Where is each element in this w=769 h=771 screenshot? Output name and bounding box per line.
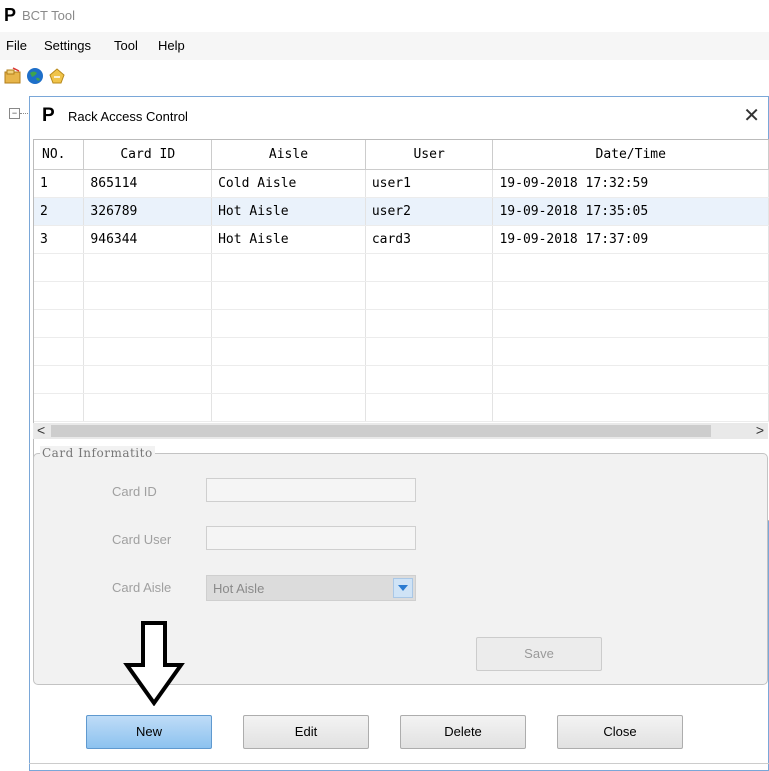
- menu-bar: File Settings Tool Help: [0, 32, 769, 60]
- table-row[interactable]: 2 326789 Hot Aisle user2 19-09-2018 17:3…: [34, 197, 769, 226]
- dialog-title: Rack Access Control: [68, 109, 188, 124]
- toolbar: [0, 60, 769, 90]
- cell-datetime: 19-09-2018 17:32:59: [492, 169, 769, 198]
- card-aisle-label: Card Aisle: [112, 580, 172, 595]
- down-arrow-icon: [123, 621, 185, 706]
- close-icon[interactable]: ✕: [743, 103, 760, 128]
- scrollbar-thumb[interactable]: [51, 425, 711, 437]
- open-folder-icon[interactable]: [4, 67, 22, 85]
- empty-row: [34, 281, 769, 310]
- cell-aisle: Hot Aisle: [211, 197, 366, 226]
- new-button[interactable]: New: [86, 715, 212, 749]
- chevron-down-icon[interactable]: [393, 578, 413, 598]
- delete-button[interactable]: Delete: [400, 715, 526, 749]
- card-user-label: Card User: [112, 532, 172, 547]
- table-row[interactable]: 1 865114 Cold Aisle user1 19-09-2018 17:…: [34, 169, 769, 198]
- export-icon[interactable]: [48, 67, 66, 85]
- menu-tool[interactable]: Tool: [114, 38, 138, 53]
- card-aisle-select[interactable]: Hot Aisle: [206, 575, 416, 601]
- table-header-row: NO. Card ID Aisle User Date/Time: [34, 140, 769, 170]
- app-titlebar: P BCT Tool: [0, 0, 769, 32]
- card-id-field[interactable]: [206, 478, 416, 502]
- group-legend: Card Informatito: [40, 446, 155, 460]
- menu-help[interactable]: Help: [158, 38, 185, 53]
- app-title: BCT Tool: [22, 8, 75, 23]
- column-header-no[interactable]: NO.: [34, 140, 85, 170]
- cell-aisle: Hot Aisle: [211, 225, 366, 254]
- dialog-titlebar: P Rack Access Control ✕: [30, 97, 768, 135]
- column-header-user[interactable]: User: [365, 140, 494, 170]
- scroll-left-icon[interactable]: <: [37, 422, 45, 438]
- cell-card-id: 865114: [83, 169, 213, 198]
- menu-settings[interactable]: Settings: [44, 38, 91, 53]
- close-button[interactable]: Close: [557, 715, 683, 749]
- cell-no: 1: [34, 169, 85, 198]
- column-header-card-id[interactable]: Card ID: [83, 140, 213, 170]
- cell-user: card3: [365, 225, 494, 254]
- scroll-right-icon[interactable]: >: [756, 422, 764, 438]
- cell-user: user2: [365, 197, 494, 226]
- empty-row: [34, 253, 769, 282]
- column-header-datetime[interactable]: Date/Time: [492, 140, 769, 170]
- empty-row: [34, 309, 769, 338]
- rack-access-dialog: P Rack Access Control ✕ NO. Card ID Aisl…: [29, 96, 769, 771]
- card-aisle-value: Hot Aisle: [213, 581, 265, 596]
- empty-row: [34, 337, 769, 366]
- cell-card-id: 326789: [83, 197, 213, 226]
- cell-datetime: 19-09-2018 17:37:09: [492, 225, 769, 254]
- window-bottom-border: [29, 763, 769, 764]
- table-row[interactable]: 3 946344 Hot Aisle card3 19-09-2018 17:3…: [34, 225, 769, 254]
- cell-datetime: 19-09-2018 17:35:05: [492, 197, 769, 226]
- card-id-label: Card ID: [112, 484, 157, 499]
- empty-row: [34, 365, 769, 394]
- cell-card-id: 946344: [83, 225, 213, 254]
- empty-row: [34, 393, 769, 422]
- card-user-field[interactable]: [206, 526, 416, 550]
- cell-aisle: Cold Aisle: [211, 169, 366, 198]
- tree-collapse-toggle[interactable]: −: [9, 108, 20, 119]
- menu-file[interactable]: File: [6, 38, 27, 53]
- dialog-logo: P: [42, 105, 55, 126]
- cell-no: 2: [34, 197, 85, 226]
- globe-icon[interactable]: [26, 67, 44, 85]
- horizontal-scrollbar[interactable]: < >: [33, 422, 768, 439]
- app-logo: P: [4, 5, 17, 25]
- cell-no: 3: [34, 225, 85, 254]
- edit-button[interactable]: Edit: [243, 715, 369, 749]
- cell-user: user1: [365, 169, 494, 198]
- save-button[interactable]: Save: [476, 637, 602, 671]
- column-header-aisle[interactable]: Aisle: [211, 140, 366, 170]
